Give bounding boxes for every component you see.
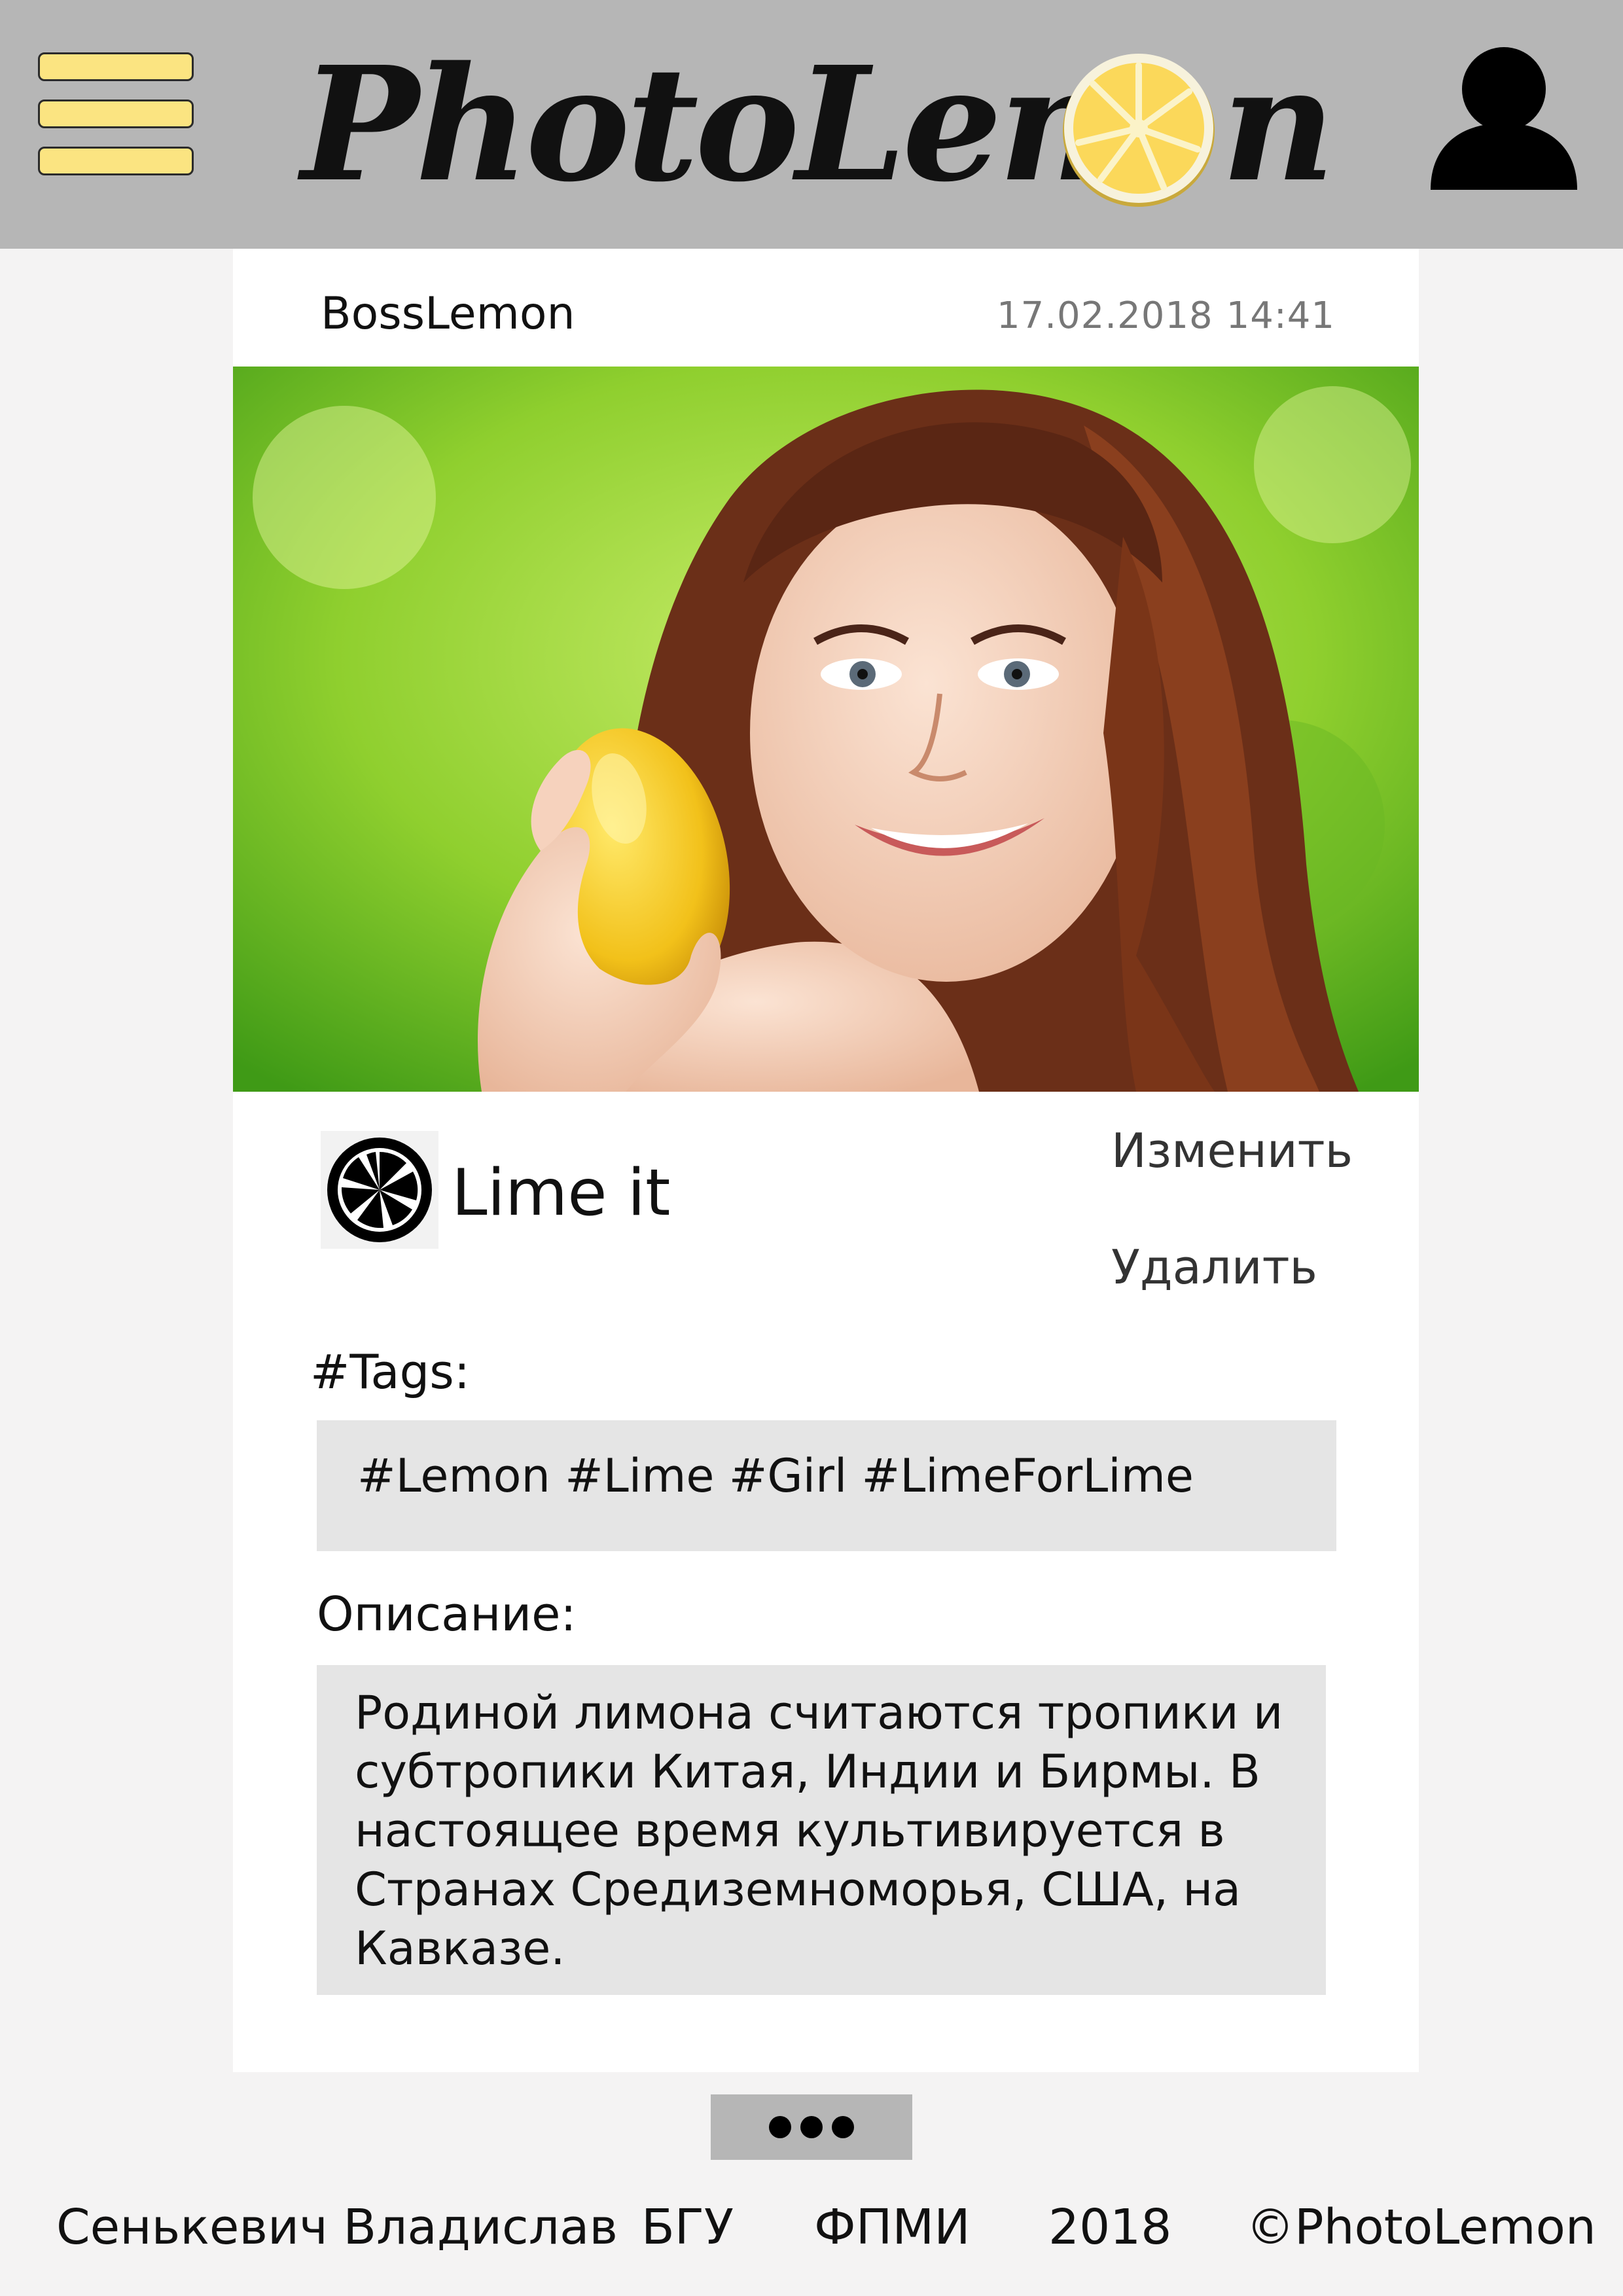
footer-faculty: ФПМИ (814, 2199, 971, 2255)
logo-text-end: n (1221, 32, 1336, 217)
photo-illustration (233, 367, 1419, 1092)
footer-copyright: ©PhotoLemon (1246, 2199, 1596, 2255)
description-line: Родиной лимона считаются тропики и (355, 1686, 1283, 1740)
footer-author: Сенькевич Владислав (56, 2199, 618, 2255)
post-card: BossLemon 17.02.2018 14:41 Lime it Измен… (233, 249, 1419, 2072)
logo-text: PhotoLem (301, 32, 1164, 217)
post-time: 14:41 (1226, 295, 1335, 337)
tags-heading: #Tags: (310, 1344, 470, 1399)
top-bar: PhotoLem n (0, 0, 1623, 249)
description-line: субтропики Китая, Индии и Бирмы. В (355, 1745, 1260, 1799)
post-datetime: 17.02.2018 14:41 (997, 295, 1335, 337)
more-dots-icon (769, 2116, 854, 2138)
delete-button[interactable]: Удалить (1111, 1240, 1317, 1295)
description-line: Кавказе. (355, 1922, 565, 1975)
post-username[interactable]: BossLemon (321, 288, 575, 340)
more-button[interactable] (711, 2094, 912, 2160)
footer-year: 2018 (1048, 2199, 1172, 2255)
description-line: настоящее время культивируется в (355, 1804, 1225, 1857)
post-photo[interactable] (233, 367, 1419, 1092)
post-date: 17.02.2018 (996, 295, 1213, 337)
description-line: Странах Средиземноморья, США, на (355, 1863, 1241, 1916)
description-box: Родиной лимона считаются тропики и субтр… (317, 1665, 1326, 1995)
menu-bar-icon (38, 52, 194, 81)
hamburger-menu-button[interactable] (38, 52, 195, 177)
lime-slice-icon (321, 1131, 438, 1249)
menu-bar-icon (38, 99, 194, 128)
edit-button[interactable]: Изменить (1111, 1123, 1353, 1178)
user-profile-icon[interactable] (1425, 38, 1582, 195)
tags-text: #Lemon #Lime #Girl #LimeForLime (357, 1449, 1194, 1503)
lime-it-label: Lime it (452, 1156, 671, 1230)
footer-university: БГУ (641, 2199, 734, 2255)
description-heading: Описание: (317, 1587, 577, 1641)
menu-bar-icon (38, 147, 194, 175)
tags-box: #Lemon #Lime #Girl #LimeForLime (317, 1420, 1336, 1551)
lemon-slice-icon (1063, 54, 1215, 207)
